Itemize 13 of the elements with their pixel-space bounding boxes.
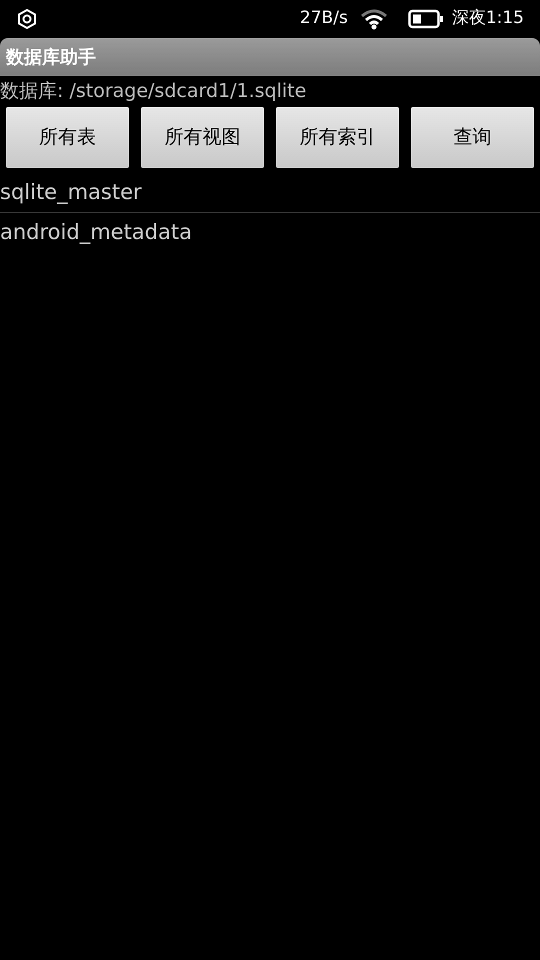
action-button[interactable]: 所有表 — [6, 107, 129, 168]
window-title: 数据库助手 — [6, 46, 96, 70]
battery-icon — [408, 9, 444, 29]
settings-icon — [16, 8, 38, 30]
network-speed: 27B/s — [300, 7, 348, 30]
action-button[interactable]: 所有索引 — [276, 107, 399, 168]
action-button[interactable]: 查询 — [411, 107, 534, 168]
database-path: 数据库: /storage/sdcard1/1.sqlite — [0, 79, 308, 104]
table-list-item[interactable]: sqlite_master — [0, 174, 540, 213]
status-time: 深夜1:15 — [452, 7, 524, 30]
action-button[interactable]: 所有视图 — [141, 107, 264, 168]
table-list-item[interactable]: android_metadata — [0, 213, 540, 252]
wifi-icon — [360, 8, 388, 30]
